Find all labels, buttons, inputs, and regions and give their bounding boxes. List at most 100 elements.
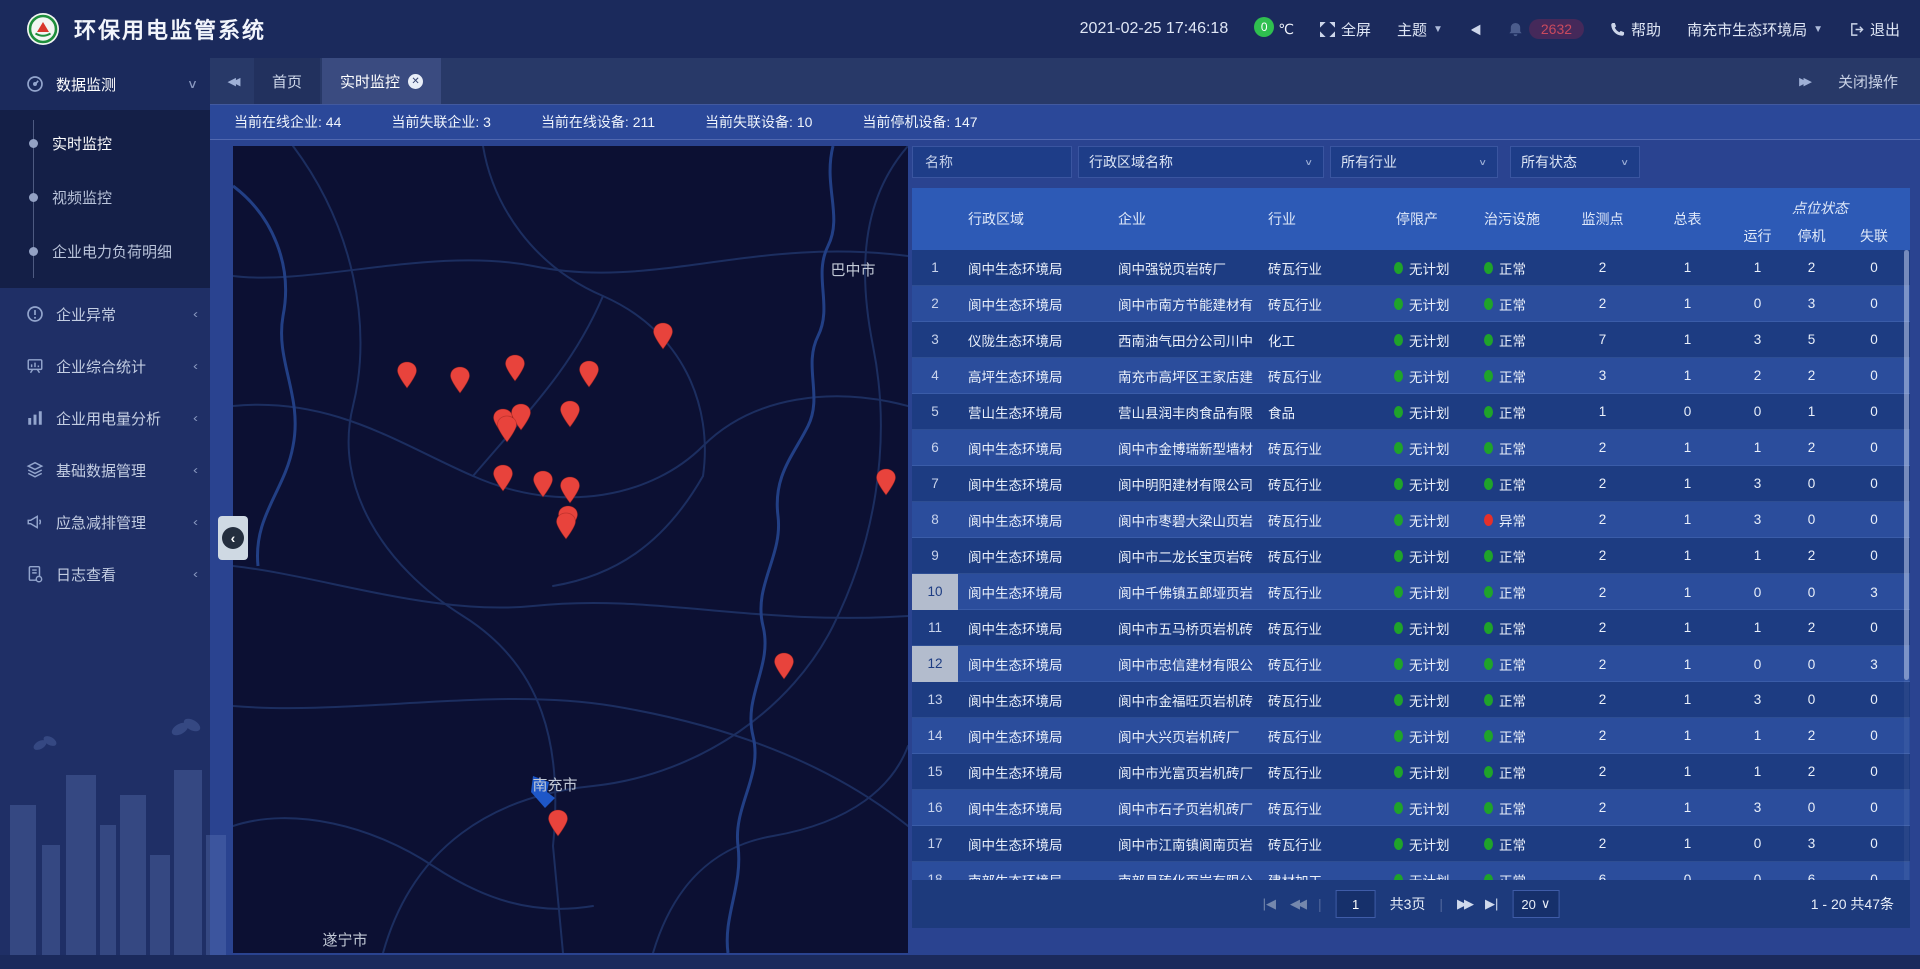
green-dot-icon (1394, 262, 1403, 274)
run-count-cell: 1 (1730, 764, 1785, 779)
stat-item: 当前停机设备: 147 (862, 112, 977, 132)
bar-chart-icon (26, 409, 44, 427)
table-row[interactable]: 12阆中生态环境局阆中市忠信建材有限公砖瓦行业无计划正常21003 (912, 646, 1910, 682)
tab-home[interactable]: 首页 (254, 58, 320, 104)
theme-dropdown[interactable]: 主题▼ (1397, 19, 1443, 40)
table-row[interactable]: 3仪陇生态环境局西南油气田分公司川中化工无计划正常71350 (912, 322, 1910, 358)
org-dropdown[interactable]: 南充市生态环境局▼ (1687, 19, 1823, 40)
map-pin-icon[interactable] (559, 476, 581, 504)
sidebar-item-company-stats[interactable]: 企业综合统计‹ (0, 340, 210, 392)
tab-close-icon[interactable]: ✕ (408, 74, 423, 89)
tab-realtime-monitor[interactable]: 实时监控 ✕ (322, 58, 441, 104)
table-row[interactable]: 4高坪生态环境局南充市高坪区王家店建砖瓦行业无计划正常31220 (912, 358, 1910, 394)
name-filter-input[interactable] (923, 153, 1061, 171)
chevron-left-icon: ‹ (222, 527, 244, 549)
table-row[interactable]: 6阆中生态环境局阆中市金博瑞新型墙材砖瓦行业无计划正常21120 (912, 430, 1910, 466)
industry-cell: 建材加工 (1258, 870, 1380, 881)
first-page-button[interactable]: |◀ (1263, 896, 1276, 912)
sidebar-subitem-video[interactable]: 视频监控 (0, 170, 210, 224)
scrollbar-thumb[interactable] (1904, 250, 1909, 680)
table-row[interactable]: 18南部生态环境局南部县砖化页岩有限公建材加工无计划正常60060 (912, 862, 1910, 880)
help-button[interactable]: 帮助 (1610, 19, 1661, 40)
table-row[interactable]: 10阆中生态环境局阆中千佛镇五郎垭页岩砖瓦行业无计划正常21003 (912, 574, 1910, 610)
status-filter-select[interactable]: 所有状态 ∨ (1510, 146, 1640, 178)
map-pin-icon[interactable] (559, 400, 581, 428)
tabs-scroll-left-button[interactable]: ◀◀ (210, 58, 254, 104)
table-scrollbar[interactable] (1904, 250, 1909, 880)
map-pin-icon[interactable] (773, 652, 795, 680)
next-page-button[interactable]: ▶▶ (1457, 896, 1471, 912)
map-roads (233, 146, 908, 953)
last-page-button[interactable]: ▶| (1485, 896, 1498, 912)
map-pin-icon[interactable] (875, 468, 897, 496)
app-root: 环保用电监管系统 2021-02-25 17:46:18 0 ℃ 全屏 主题▼ (0, 0, 1920, 969)
notification-button[interactable]: 2632 (1508, 19, 1584, 39)
facility-status-cell: 正常 (1470, 726, 1560, 746)
table-row[interactable]: 17阆中生态环境局阆中市江南镇阆南页岩砖瓦行业无计划正常21030 (912, 826, 1910, 862)
table-row[interactable]: 9阆中生态环境局阆中市二龙长宝页岩砖砖瓦行业无计划正常21120 (912, 538, 1910, 574)
region-cell: 阆中生态环境局 (958, 726, 1108, 746)
green-dot-icon (1394, 658, 1403, 670)
sidebar-item-base-data[interactable]: 基础数据管理‹ (0, 444, 210, 496)
meter-cell: 1 (1645, 512, 1730, 527)
sidebar-subitem-realtime[interactable]: 实时监控 (0, 116, 210, 170)
chevron-down-icon: ∨ (1620, 157, 1629, 167)
map-pin-icon[interactable] (492, 464, 514, 492)
page-size-select[interactable]: 20 ∨ (1512, 890, 1559, 918)
chevron-down-icon: ∨ (1478, 157, 1487, 167)
lost-count-cell: 0 (1838, 332, 1910, 347)
map-pin-icon[interactable] (496, 415, 518, 443)
logout-button[interactable]: 退出 (1849, 19, 1900, 40)
table-row[interactable]: 1阆中生态环境局阆中强锐页岩砖厂砖瓦行业无计划正常21120 (912, 250, 1910, 286)
sidebar-item-logs[interactable]: 日志查看‹ (0, 548, 210, 600)
green-dot-icon (1394, 730, 1403, 742)
table-row[interactable]: 8阆中生态环境局阆中市枣碧大梁山页岩砖瓦行业无计划异常21300 (912, 502, 1910, 538)
stop-count-cell: 2 (1785, 368, 1838, 383)
page-number-input[interactable] (1336, 890, 1376, 918)
stop-count-cell: 6 (1785, 872, 1838, 880)
sidebar-item-power-analysis[interactable]: 企业用电量分析‹ (0, 392, 210, 444)
map-panel[interactable]: 巴中市南充市遂宁市 ‹ (233, 146, 908, 953)
sidebar-item-emergency[interactable]: 应急减排管理‹ (0, 496, 210, 548)
table-row[interactable]: 16阆中生态环境局阆中市石子页岩机砖厂砖瓦行业无计划正常21300 (912, 790, 1910, 826)
table-row[interactable]: 13阆中生态环境局阆中市金福旺页岩机砖砖瓦行业无计划正常21300 (912, 682, 1910, 718)
map-pin-icon[interactable] (547, 809, 569, 837)
table-row[interactable]: 7阆中生态环境局阆中明阳建材有限公司砖瓦行业无计划正常21300 (912, 466, 1910, 502)
sidebar-subitem-power-load[interactable]: 企业电力负荷明细 (0, 224, 210, 278)
close-operations-button[interactable]: 关闭操作 (1838, 71, 1898, 92)
mute-button[interactable] (1469, 23, 1482, 36)
map-pin-icon[interactable] (449, 366, 471, 394)
run-count-cell: 3 (1730, 332, 1785, 347)
table-row[interactable]: 2阆中生态环境局阆中市南方节能建材有砖瓦行业无计划正常21030 (912, 286, 1910, 322)
map-pin-icon[interactable] (532, 470, 554, 498)
map-pin-icon[interactable] (504, 354, 526, 382)
col-header-limit: 停限产 (1380, 209, 1470, 229)
table-row[interactable]: 11阆中生态环境局阆中市五马桥页岩机砖砖瓦行业无计划正常21120 (912, 610, 1910, 646)
map-pin-icon[interactable] (396, 361, 418, 389)
table-row[interactable]: 14阆中生态环境局阆中大兴页岩机砖厂砖瓦行业无计划正常21120 (912, 718, 1910, 754)
row-index-cell: 12 (912, 646, 958, 682)
table-row[interactable]: 15阆中生态环境局阆中市光富页岩机砖厂砖瓦行业无计划正常21120 (912, 754, 1910, 790)
chevron-collapsed-icon: ‹ (193, 307, 198, 321)
table-row[interactable]: 5营山生态环境局营山县润丰肉食品有限食品无计划正常10010 (912, 394, 1910, 430)
green-dot-icon (1484, 370, 1493, 382)
industry-filter-select[interactable]: 所有行业 ∨ (1330, 146, 1498, 178)
map-pin-icon[interactable] (578, 360, 600, 388)
stop-count-cell: 3 (1785, 836, 1838, 851)
prev-page-button[interactable]: ◀◀ (1290, 896, 1304, 912)
run-count-cell: 3 (1730, 476, 1785, 491)
limit-status-cell: 无计划 (1380, 618, 1470, 638)
map-collapse-button[interactable]: ‹ (218, 516, 248, 560)
region-filter-select[interactable]: 行政区域名称 ∨ (1078, 146, 1324, 178)
alert-circle-icon (26, 305, 44, 323)
fullscreen-button[interactable]: 全屏 (1320, 19, 1371, 40)
facility-status-cell: 正常 (1470, 582, 1560, 602)
green-dot-icon (1394, 694, 1403, 706)
map-pin-icon[interactable] (555, 512, 577, 540)
map-pin-icon[interactable] (652, 322, 674, 350)
sidebar-item-company-abnormal[interactable]: 企业异常‹ (0, 288, 210, 340)
sidebar-item-data-monitor[interactable]: 数据监测∨ (0, 58, 210, 110)
row-index-cell: 13 (912, 692, 958, 707)
tabs-scroll-right-button[interactable]: ▶▶ (1799, 75, 1812, 88)
name-filter-field[interactable] (912, 146, 1072, 178)
